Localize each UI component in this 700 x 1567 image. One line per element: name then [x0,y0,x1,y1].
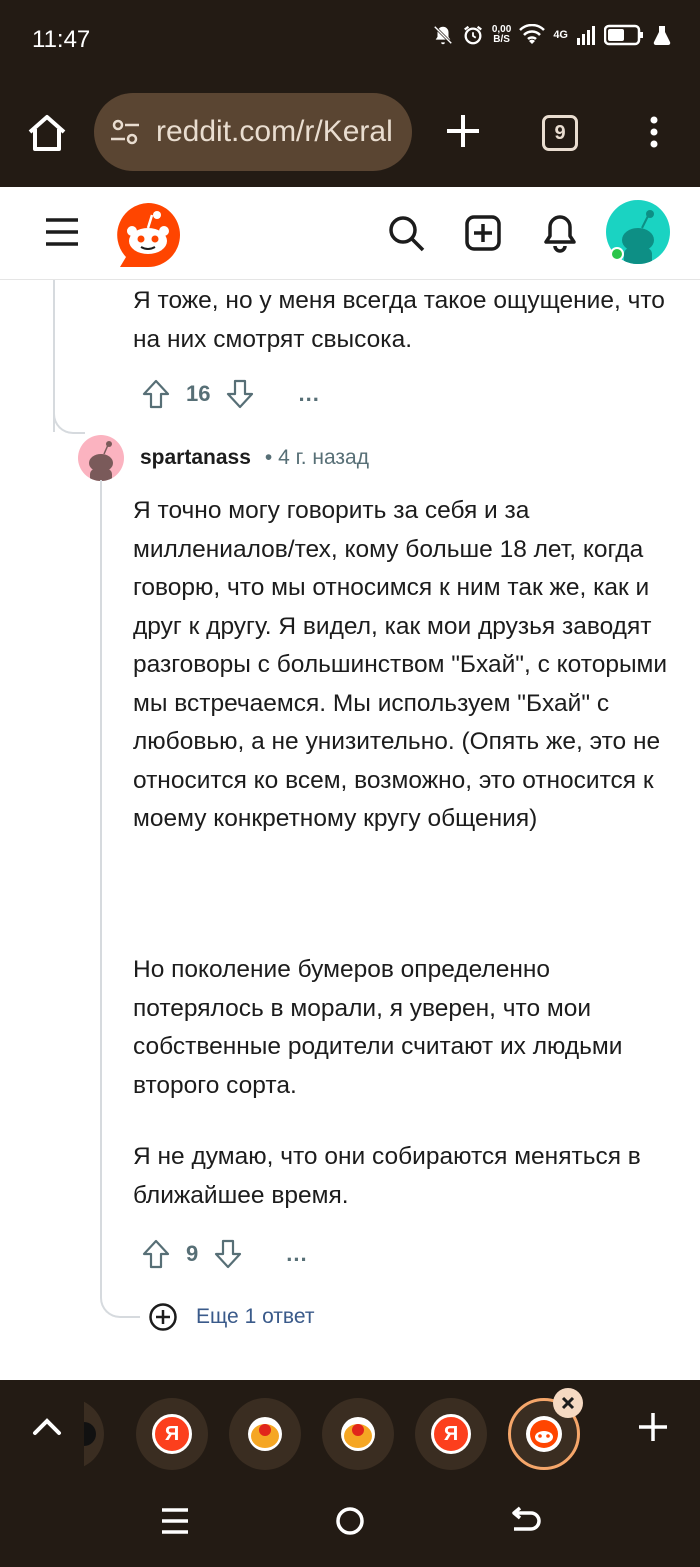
partial-tab-icon [84,1401,104,1467]
system-navigation-bar [0,1474,700,1567]
downvote-icon[interactable] [224,378,256,410]
net-speed: 0,00 B/S [492,25,511,45]
upvote-icon[interactable] [140,378,172,410]
tab-strip: Я Я [0,1380,700,1474]
tab-thumbnail[interactable] [229,1398,301,1470]
tab-thumbnail[interactable]: Я [415,1398,487,1470]
new-tab-icon[interactable] [443,111,483,151]
yandex-icon: Я [152,1414,192,1454]
comment-timestamp: • 4 г. назад [264,446,369,469]
chevron-up-icon[interactable] [30,1410,64,1444]
more-menu-icon[interactable] [644,112,664,152]
cookie-site-icon [248,1417,282,1451]
status-time: 11:47 [32,26,91,53]
more-options-button[interactable]: ... [286,1241,307,1267]
close-tab-button[interactable] [553,1388,583,1418]
close-icon [561,1396,575,1410]
cookie-site-icon [341,1417,375,1451]
expand-plus-icon[interactable] [148,1302,178,1332]
home-circle-icon[interactable] [333,1504,367,1538]
snoo-avatar-icon [89,441,113,481]
reddit-header [0,187,700,280]
thread-line [100,480,102,1290]
tab-thumbnail[interactable]: Я [136,1398,208,1470]
url-bar-row: reddit.com/r/Kerala 9 [0,88,700,178]
back-icon[interactable] [508,1504,542,1538]
site-settings-icon[interactable] [110,119,140,145]
address-bar[interactable]: reddit.com/r/Kerala [94,93,412,171]
more-replies-button[interactable]: Еще 1 ответ [148,1302,314,1332]
network-type: 4G [553,29,568,41]
online-status-dot [610,247,624,261]
reply-actions: 9 ... [140,1238,308,1270]
author-username[interactable]: spartanass [140,446,251,470]
thread-branch [53,410,85,434]
upvote-icon[interactable] [140,1238,172,1270]
downvote-icon[interactable] [212,1238,244,1270]
status-bar: 11:47 0,00 B/S 4G [0,0,700,80]
thread-branch [100,1290,140,1318]
home-icon[interactable] [24,110,70,156]
parent-comment-body: Я тоже, но у меня всегда такое ощущение,… [133,287,665,353]
create-post-icon[interactable] [463,213,503,253]
search-icon[interactable] [386,213,426,253]
reply-paragraph: Я не думаю, что они собираются меняться … [133,1143,641,1209]
browser-chrome: 11:47 0,00 B/S 4G reddit.com/r/Kerala 9 [0,0,700,187]
tab-switcher-button[interactable]: 9 [542,115,578,151]
vote-count: 9 [186,1241,199,1266]
add-tab-icon[interactable] [636,1410,670,1444]
url-text[interactable]: reddit.com/r/Kerala [156,115,394,149]
wifi-icon [519,24,546,44]
signal-icon [577,26,595,45]
notifications-bell-icon[interactable] [540,213,580,253]
reply-paragraph: Но поколение бумеров определенно потерял… [133,956,623,1099]
flask-icon [653,26,671,46]
menu-icon[interactable] [44,217,80,247]
more-options-button[interactable]: ... [298,381,319,407]
mute-icon [433,25,453,45]
reddit-tab-icon [526,1416,562,1452]
comment-thread: Я тоже, но у меня всегда такое ощущение,… [0,280,700,1380]
parent-comment-actions: 16 ... [140,378,320,410]
vote-count: 16 [186,381,211,406]
yandex-icon: Я [431,1414,471,1454]
reply-paragraph: Я точно могу говорить за себя и за милле… [133,497,668,832]
tab-thumbnail[interactable] [84,1398,104,1470]
tab-thumbnail[interactable] [322,1398,394,1470]
status-icons: 0,00 B/S 4G [432,24,672,46]
author-avatar[interactable] [78,435,124,481]
more-replies-label[interactable]: Еще 1 ответ [196,1305,314,1329]
alarm-icon [463,25,482,45]
battery-icon [604,24,643,46]
recents-icon[interactable] [158,1504,192,1538]
net-speed-unit: B/S [493,34,510,45]
reply-author-row: spartanass • 4 г. назад [78,434,369,482]
reddit-logo-icon[interactable] [114,201,182,269]
